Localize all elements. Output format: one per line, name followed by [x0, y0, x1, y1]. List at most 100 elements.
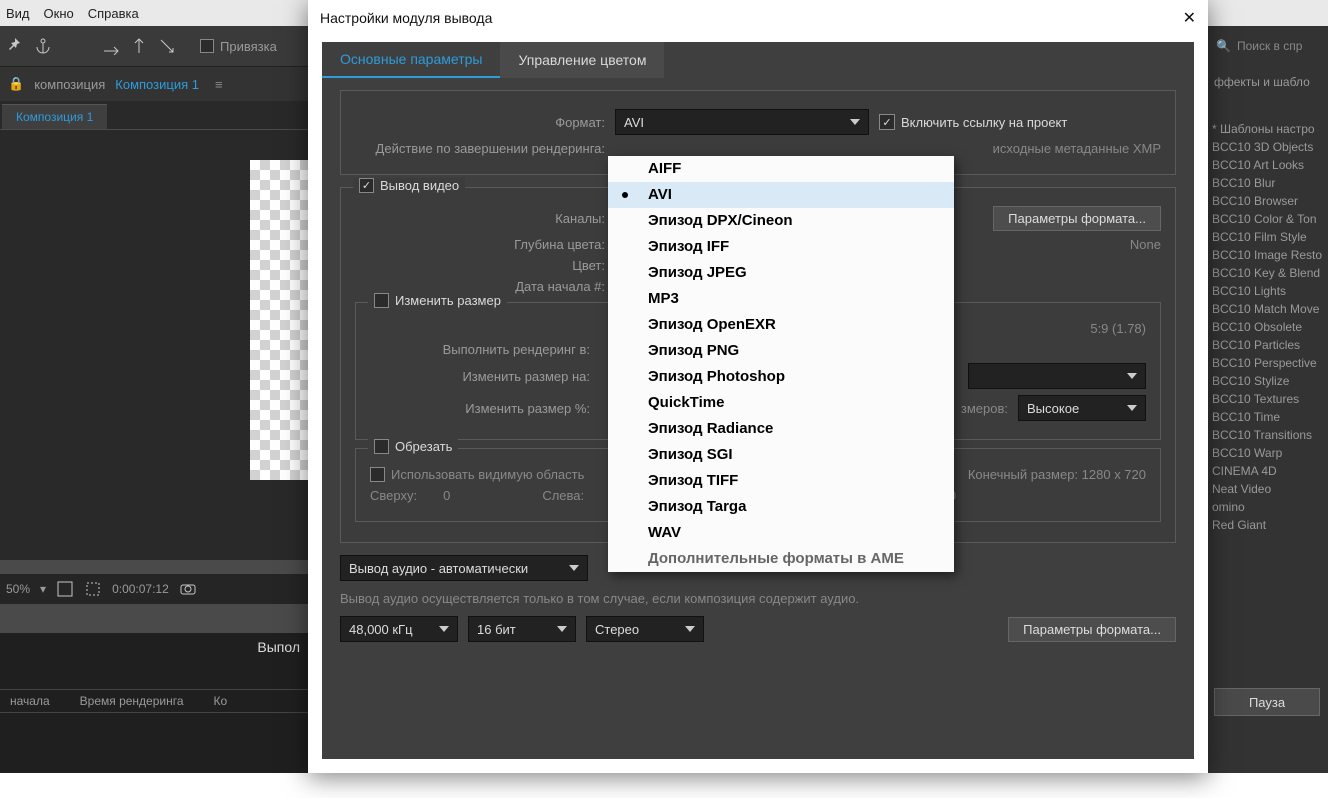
- channels-select[interactable]: Стерео: [586, 616, 704, 642]
- crop-toggle[interactable]: Обрезать: [368, 439, 458, 454]
- effects-category[interactable]: * Шаблоны настро: [1212, 122, 1324, 136]
- search-box[interactable]: 🔍 Поиск в спр: [1208, 26, 1328, 66]
- pin-icon[interactable]: [6, 37, 24, 55]
- menu-icon[interactable]: ≡: [215, 77, 223, 92]
- menu-help[interactable]: Справка: [88, 6, 139, 21]
- menu-window[interactable]: Окно: [44, 6, 74, 21]
- format-select[interactable]: AVI: [615, 109, 869, 135]
- effects-category[interactable]: BCC10 Color & Ton: [1212, 212, 1324, 226]
- effects-category[interactable]: BCC10 Particles: [1212, 338, 1324, 352]
- lock-icon[interactable]: 🔒: [8, 76, 24, 92]
- render-at-label: Выполнить рендеринг в:: [370, 342, 590, 357]
- effects-category[interactable]: BCC10 Lights: [1212, 284, 1324, 298]
- viewer: [0, 130, 310, 560]
- effects-category[interactable]: BCC10 Art Looks: [1212, 158, 1324, 172]
- resize-pct-label: Изменить размер %:: [370, 401, 590, 416]
- format-option[interactable]: Эпизод SGI: [608, 442, 954, 468]
- snap-checkbox[interactable]: [200, 39, 214, 53]
- tab-main[interactable]: Основные параметры: [322, 42, 500, 78]
- effects-category[interactable]: BCC10 Browser: [1212, 194, 1324, 208]
- video-output-toggle[interactable]: ✓ Вывод видео: [353, 178, 465, 193]
- sample-rate-select[interactable]: 48,000 кГц: [340, 616, 458, 642]
- pause-button[interactable]: Пауза: [1214, 688, 1320, 716]
- checkbox-icon: [370, 467, 385, 482]
- effects-category[interactable]: BCC10 Blur: [1212, 176, 1324, 190]
- camera-icon[interactable]: [179, 580, 197, 598]
- axis-x-icon[interactable]: [102, 37, 120, 55]
- chevron-down-icon[interactable]: ▾: [40, 582, 46, 596]
- effects-header: ффекты и шабло: [1208, 66, 1328, 98]
- format-option[interactable]: Эпизод IFF: [608, 234, 954, 260]
- format-option[interactable]: Эпизод DPX/Cineon: [608, 208, 954, 234]
- format-option[interactable]: MP3: [608, 286, 954, 312]
- anchor-icon[interactable]: [34, 37, 52, 55]
- timecode[interactable]: 0:00:07:12: [112, 582, 169, 596]
- format-option[interactable]: Эпизод Photoshop: [608, 364, 954, 390]
- effects-category[interactable]: BCC10 Key & Blend: [1212, 266, 1324, 280]
- post-action-label: Действие по завершении рендеринга:: [355, 141, 605, 156]
- effects-category[interactable]: BCC10 Transitions: [1212, 428, 1324, 442]
- effects-list: * Шаблоны настро BCC10 3D Objects BCC10 Ar…: [1208, 118, 1328, 536]
- resize-quality-select[interactable]: Высокое: [1018, 395, 1146, 421]
- format-option[interactable]: QuickTime: [608, 390, 954, 416]
- effects-category[interactable]: Neat Video: [1212, 482, 1324, 496]
- format-options-button[interactable]: Параметры формата...: [993, 206, 1161, 231]
- dialog-titlebar: Настройки модуля вывода ✕: [308, 0, 1208, 36]
- format-option[interactable]: Эпизод Targa: [608, 494, 954, 520]
- format-option[interactable]: Эпизод PNG: [608, 338, 954, 364]
- resize-toggle[interactable]: Изменить размер: [368, 293, 507, 308]
- use-roi-toggle[interactable]: Использовать видимую область: [370, 467, 584, 482]
- dialog-tabs: Основные параметры Управление цветом: [322, 42, 1194, 78]
- format-option[interactable]: Эпизод JPEG: [608, 260, 954, 286]
- audio-format-options-button[interactable]: Параметры формата...: [1008, 617, 1176, 642]
- menu-view[interactable]: Вид: [6, 6, 30, 21]
- close-icon[interactable]: ✕: [1183, 8, 1196, 28]
- crop-left-label: Слева:: [542, 488, 584, 503]
- render-queue: Выпол начала Время рендеринга Ко: [0, 633, 310, 773]
- tab-color-management[interactable]: Управление цветом: [500, 42, 664, 78]
- breadcrumb: композиция: [34, 77, 105, 92]
- zoom-value[interactable]: 50%: [6, 582, 30, 596]
- effects-category[interactable]: CINEMA 4D: [1212, 464, 1324, 478]
- axis-y-icon[interactable]: [130, 37, 148, 55]
- mask-icon[interactable]: [84, 580, 102, 598]
- resize-preset-select[interactable]: [968, 363, 1146, 389]
- effects-category[interactable]: BCC10 3D Objects: [1212, 140, 1324, 154]
- video-output-label: Вывод видео: [380, 178, 459, 193]
- tab-composition-1[interactable]: Композиция 1: [2, 104, 107, 129]
- effects-category[interactable]: BCC10 Perspective: [1212, 356, 1324, 370]
- start-frame-label: Дата начала #:: [355, 279, 605, 294]
- effects-category[interactable]: BCC10 Stylize: [1212, 374, 1324, 388]
- effects-category[interactable]: BCC10 Textures: [1212, 392, 1324, 406]
- bit-depth-select[interactable]: 16 бит: [468, 616, 576, 642]
- crop-top-label: Сверху:: [370, 488, 417, 503]
- effects-category[interactable]: BCC10 Match Move: [1212, 302, 1324, 316]
- audio-mode-value: Вывод аудио - автоматически: [349, 561, 528, 576]
- format-option[interactable]: AIFF: [608, 156, 954, 182]
- crop-top-value[interactable]: 0: [443, 488, 450, 503]
- snap-toggle[interactable]: Привязка: [200, 39, 277, 54]
- format-option[interactable]: Эпизод Radiance: [608, 416, 954, 442]
- search-icon: 🔍: [1216, 39, 1231, 53]
- more-formats-ame[interactable]: Дополнительные форматы в AME: [608, 546, 954, 572]
- include-project-link[interactable]: ✓ Включить ссылку на проект: [879, 114, 1067, 130]
- format-option[interactable]: Эпизод OpenEXR: [608, 312, 954, 338]
- format-option[interactable]: Эпизод TIFF: [608, 468, 954, 494]
- quality-value: Высокое: [1027, 401, 1079, 416]
- effects-category[interactable]: BCC10 Film Style: [1212, 230, 1324, 244]
- format-option[interactable]: WAV: [608, 520, 954, 546]
- effects-category[interactable]: BCC10 Obsolete: [1212, 320, 1324, 334]
- audio-mode-select[interactable]: Вывод аудио - автоматически: [340, 555, 588, 581]
- effects-category[interactable]: BCC10 Warp: [1212, 446, 1324, 460]
- effects-category[interactable]: BCC10 Image Resto: [1212, 248, 1324, 262]
- active-composition[interactable]: Композиция 1: [115, 77, 199, 92]
- crop-label: Обрезать: [395, 439, 452, 454]
- include-project-link-label: Включить ссылку на проект: [901, 115, 1067, 130]
- effects-category[interactable]: Red Giant: [1212, 518, 1324, 532]
- grid-icon[interactable]: [56, 580, 74, 598]
- format-option[interactable]: AVI: [608, 182, 954, 208]
- effects-category[interactable]: BCC10 Time: [1212, 410, 1324, 424]
- axis-z-icon[interactable]: [158, 37, 176, 55]
- canvas-transparency: [250, 160, 310, 480]
- effects-category[interactable]: omino: [1212, 500, 1324, 514]
